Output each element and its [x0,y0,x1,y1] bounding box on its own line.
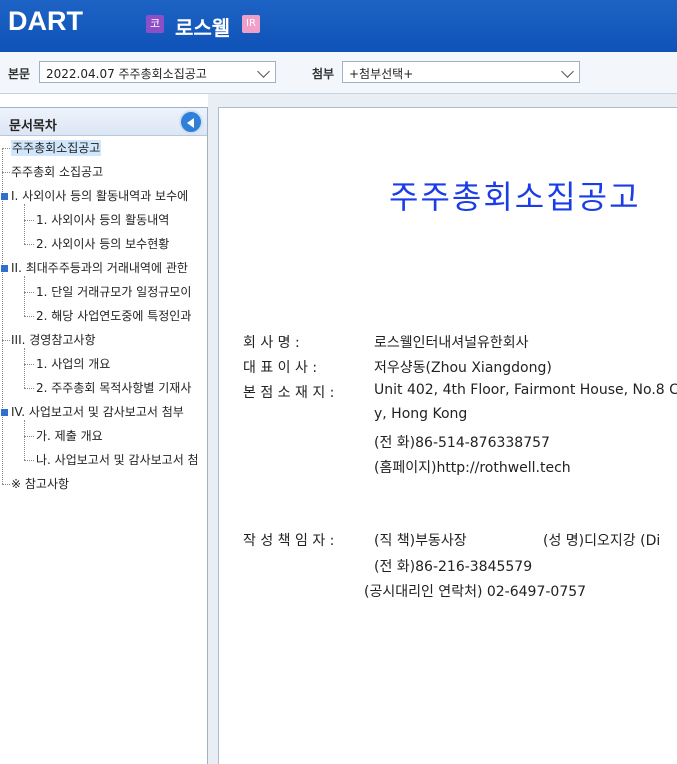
company-value: 로스웰인터내셔널유한회사 [374,335,529,351]
address-line1: Unit 402, 4th Floor, Fairmont House, No.… [374,382,677,398]
toc-item-notice[interactable]: 주주총회소집공고 [11,138,102,158]
toc-item[interactable]: III. 경영참고사항 [11,330,96,350]
writer-phone: (전 화)86-216-3845579 [374,559,533,575]
main-label: 본문 [8,67,31,81]
main-document-select[interactable]: 2022.04.07 주주총회소집공고 [39,61,276,83]
address-line2: y, Hong Kong [374,406,468,422]
toc-item[interactable]: 2. 주주총회 목적사항별 기재사 [36,378,207,398]
expand-toggle-icon[interactable] [1,193,8,200]
toc-item[interactable]: 나. 사업보고서 및 감사보고서 첨 [36,450,207,470]
toc-item[interactable]: IV. 사업보고서 및 감사보고서 첨부 [11,402,207,422]
document-title: 주주총회소집공고 [389,178,641,216]
kosdaq-badge: 코 [146,15,164,33]
expand-toggle-icon[interactable] [1,265,8,272]
toc-item[interactable]: II. 최대주주등과의 거래내역에 관한 [11,258,207,278]
homepage-value[interactable]: (홈페이지)http://rothwell.tech [374,457,571,477]
attach-label: 첨부 [312,67,335,81]
writer-position: (직 책)부동사장 [374,533,467,549]
toc-item[interactable]: 2. 해당 사업연도중에 특정인과 [36,306,207,326]
phone-value: (전 화)86-514-876338757 [374,435,550,451]
dart-logo[interactable]: DART [8,6,83,37]
chevron-down-icon [257,65,270,78]
toc-item[interactable]: 1. 사외이사 등의 활동내역 [36,210,169,230]
address-label: 본 점 소 재 지 : [243,385,335,401]
toc-item[interactable]: 2. 사외이사 등의 보수현황 [36,234,169,254]
document-viewer[interactable]: 주주총회소집공고 회 사 명 : 로스웰인터내셔널유한회사 대 표 이 사 : … [218,107,677,764]
toc-item[interactable]: ※ 참고사항 [11,474,69,494]
expand-toggle-icon[interactable] [1,409,8,416]
toc-title: 문서목차 [9,119,57,134]
main-document-value: 2022.04.07 주주총회소집공고 [46,67,207,81]
toc-item[interactable]: I. 사외이사 등의 활동내역과 보수에 [11,186,207,206]
toc-item[interactable]: 1. 단일 거래규모가 일정규모이 [36,282,207,302]
toc-header: 문서목차 [0,108,207,136]
toc-item[interactable]: 가. 제출 개요 [36,426,103,446]
top-header: DART 코 로스웰 IR [0,0,677,52]
logo-text: DART [8,6,83,36]
attachment-value: +첨부선택+ [349,67,414,81]
agent-contact: (공시대리인 연락처) 02-6497-0757 [364,584,587,600]
company-label: 회 사 명 : [243,335,300,351]
writer-name: (성 명)디오지강 (Di [543,533,661,549]
attachment-select[interactable]: +첨부선택+ [342,61,580,83]
toc-item[interactable]: 주주총회 소집공고 [11,162,103,182]
ceo-value: 저우샹동(Zhou Xiangdong) [374,360,552,376]
chevron-down-icon [561,65,574,78]
collapse-panel-button[interactable] [179,110,203,134]
document-toolbar: 본문 2022.04.07 주주총회소집공고 첨부 +첨부선택+ [0,52,677,94]
table-of-contents-panel: 문서목차 주주총회소집공고 주주총회 소집공고 I. 사외이사 등의 활동내역과… [0,107,208,764]
writer-label: 작 성 책 임 자 : [243,533,335,549]
ceo-label: 대 표 이 사 : [243,360,318,376]
company-name: 로스웰 [175,16,231,40]
ir-badge[interactable]: IR [242,15,260,33]
toc-item[interactable]: 1. 사업의 개요 [36,354,110,374]
